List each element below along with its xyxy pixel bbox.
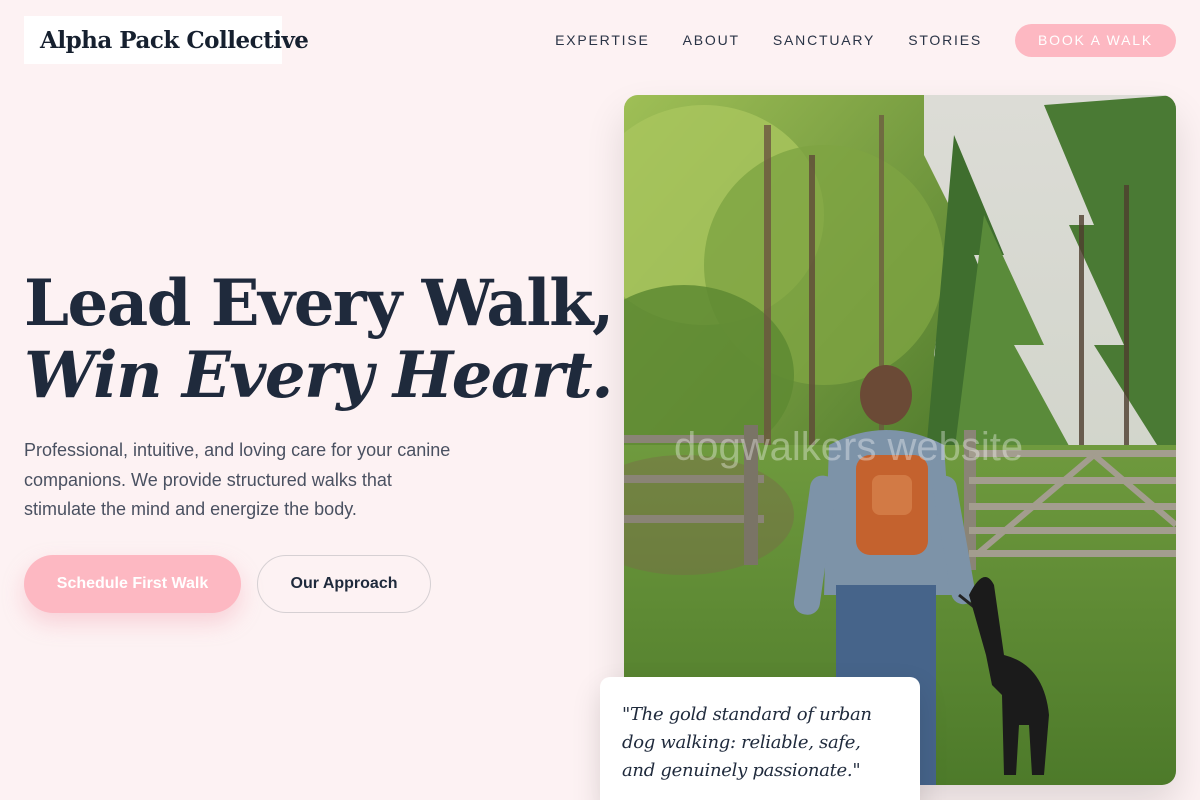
photo-watermark: dogwalkers website — [674, 425, 1023, 469]
nav-link-stories[interactable]: STORIES — [908, 32, 982, 48]
schedule-first-walk-button[interactable]: Schedule First Walk — [24, 555, 241, 613]
testimonial-card: "The gold standard of urban dog walking:… — [600, 677, 920, 800]
main-nav: EXPERTISE ABOUT SANCTUARY STORIES BOOK A… — [555, 23, 1176, 57]
book-a-walk-button[interactable]: BOOK A WALK — [1015, 23, 1176, 57]
nav-link-about[interactable]: ABOUT — [683, 32, 740, 48]
headline-line-1: Lead Every Walk, — [24, 266, 614, 341]
testimonial-quote: "The gold standard of urban dog walking:… — [622, 704, 872, 781]
brand-logo[interactable]: Alpha Pack Collective — [24, 16, 309, 64]
brand-name: Alpha Pack Collective — [40, 26, 309, 54]
hero-subtext: Professional, intuitive, and loving care… — [24, 440, 451, 519]
our-approach-button[interactable]: Our Approach — [257, 555, 431, 613]
nav-link-expertise[interactable]: EXPERTISE — [555, 32, 650, 48]
nav-link-sanctuary[interactable]: SANCTUARY — [773, 32, 875, 48]
headline-line-2: Win Every Heart. — [24, 338, 613, 413]
hero-headline: Lead Every Walk, Win Every Heart. — [24, 266, 614, 413]
